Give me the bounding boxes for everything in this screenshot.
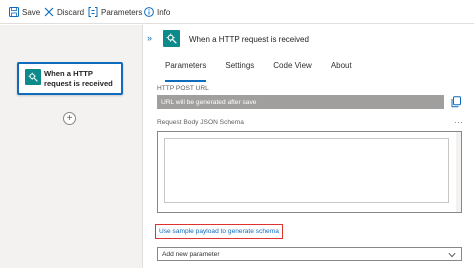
http-post-url-value: URL will be generated after save xyxy=(161,98,257,106)
details-panel: » When a HTTP request is received Parame… xyxy=(142,25,474,268)
collapse-panel-button[interactable]: » xyxy=(147,33,152,43)
trigger-card[interactable]: When a HTTP request is received xyxy=(17,62,123,95)
http-post-url-label: HTTP POST URL xyxy=(157,85,209,92)
save-button[interactable]: Save xyxy=(9,4,40,20)
more-options-button[interactable]: ··· xyxy=(454,118,464,127)
http-request-icon xyxy=(163,30,180,47)
info-button[interactable]: Info xyxy=(144,4,170,20)
schema-editor[interactable] xyxy=(157,131,462,213)
discard-button[interactable]: Discard xyxy=(44,4,84,20)
save-label: Save xyxy=(22,7,41,17)
designer-canvas: When a HTTP request is received + xyxy=(0,25,142,268)
add-parameter-dropdown[interactable]: Add new parameter xyxy=(157,247,462,261)
parameters-label: Parameters xyxy=(101,7,143,17)
schema-text-area[interactable] xyxy=(164,138,449,203)
tab-about[interactable]: About xyxy=(331,61,352,75)
tab-parameters[interactable]: Parameters xyxy=(165,61,207,82)
toolbar: Save Discard Parameters Info xyxy=(0,0,474,24)
parameters-icon xyxy=(88,7,98,17)
schema-scrollbar[interactable] xyxy=(456,132,461,212)
info-label: Info xyxy=(157,7,171,17)
close-icon xyxy=(44,7,54,17)
panel-title: When a HTTP request is received xyxy=(189,35,309,44)
schema-label: Request Body JSON Schema xyxy=(157,119,244,126)
copy-url-button[interactable] xyxy=(450,96,462,108)
trigger-title: When a HTTP request is received xyxy=(44,69,113,88)
tab-code-view[interactable]: Code View xyxy=(273,61,312,75)
generate-schema-link[interactable]: Use sample payload to generate schema xyxy=(155,224,283,239)
save-icon xyxy=(9,7,19,17)
parameters-button[interactable]: Parameters xyxy=(88,4,142,20)
info-icon xyxy=(144,7,154,17)
discard-label: Discard xyxy=(57,7,85,17)
add-step-button[interactable]: + xyxy=(63,112,76,125)
copy-icon xyxy=(450,96,462,110)
http-post-url-field: URL will be generated after save xyxy=(157,95,444,109)
http-request-icon xyxy=(25,69,41,85)
panel-tabs: Parameters Settings Code View About xyxy=(165,61,371,82)
tab-settings[interactable]: Settings xyxy=(225,61,254,75)
add-parameter-placeholder: Add new parameter xyxy=(162,250,220,258)
